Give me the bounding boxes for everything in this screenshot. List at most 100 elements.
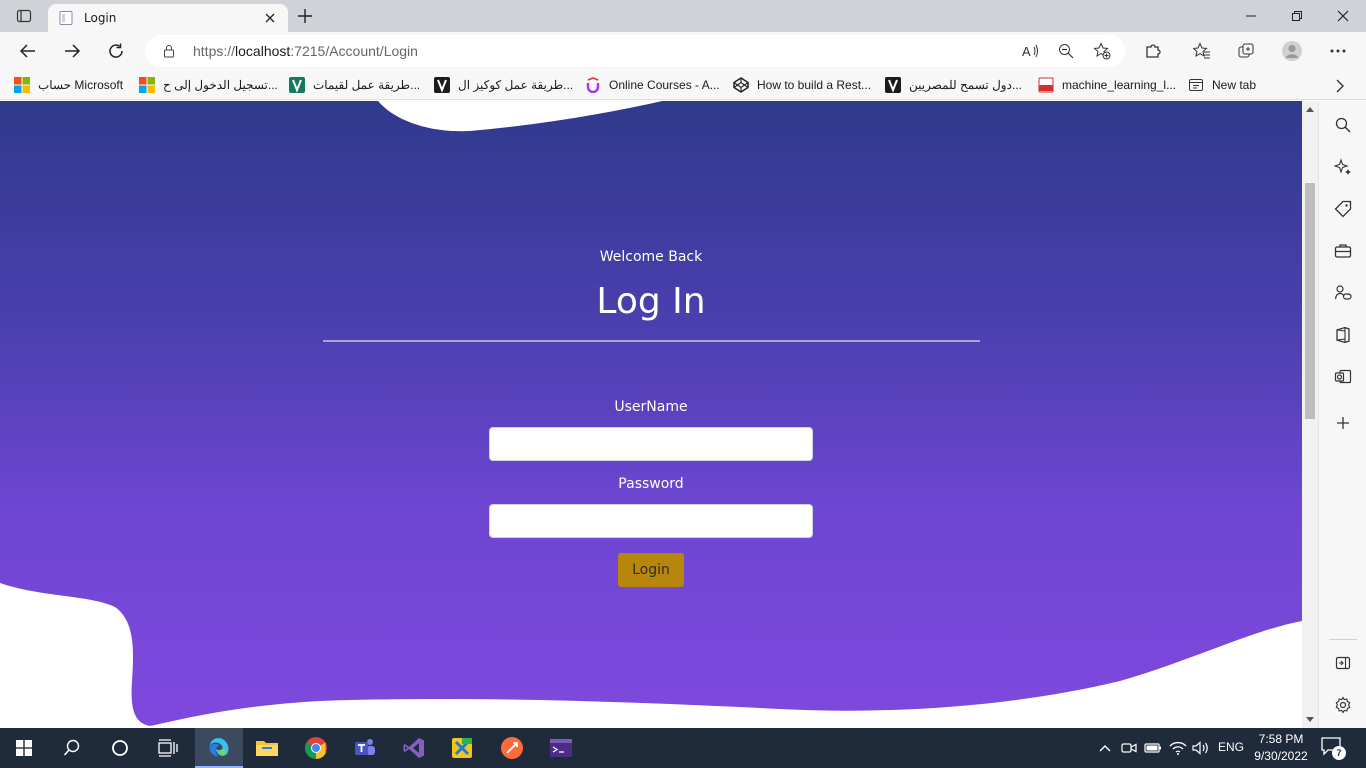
scroll-down-arrow-icon[interactable] xyxy=(1302,712,1318,728)
sidebar-hide-icon[interactable] xyxy=(1331,651,1355,675)
volume-icon[interactable] xyxy=(1191,738,1211,758)
url-text[interactable]: https://localhost:7215/Account/Login xyxy=(193,43,418,59)
sidebar-discover-icon[interactable] xyxy=(1331,155,1355,179)
terminal-icon xyxy=(550,739,572,757)
chrome-icon xyxy=(305,737,327,759)
url-path: :7215/Account/Login xyxy=(290,43,418,59)
postman-taskbar-button[interactable] xyxy=(488,728,536,768)
postman-icon xyxy=(501,737,523,759)
chrome-taskbar-button[interactable] xyxy=(292,728,340,768)
restore-button[interactable] xyxy=(1274,0,1320,32)
read-aloud-icon[interactable]: A xyxy=(1020,41,1042,61)
favorite-label: دول تسمح للمصريين... xyxy=(909,78,1022,92)
tab-actions-button[interactable] xyxy=(8,4,40,28)
back-button[interactable] xyxy=(13,36,43,66)
sidebar-office-icon[interactable] xyxy=(1331,323,1355,347)
windows-logo-icon xyxy=(16,740,32,756)
search-button[interactable] xyxy=(48,728,96,768)
favorite-item[interactable]: تسجيل الدخول إلى ح... xyxy=(139,76,278,94)
puzzle-icon xyxy=(1146,44,1161,58)
refresh-button[interactable] xyxy=(101,36,131,66)
favorite-item[interactable]: machine_learning_l... xyxy=(1038,76,1176,94)
favorite-label: طريقة عمل لقيمات... xyxy=(313,78,421,92)
app-taskbar-button[interactable] xyxy=(438,728,486,768)
settings-more-button[interactable] xyxy=(1323,36,1353,66)
sidebar-add-icon[interactable] xyxy=(1331,411,1355,435)
action-center-button[interactable]: 7 xyxy=(1320,736,1350,760)
extensions-button[interactable] xyxy=(1138,36,1168,66)
favorite-item[interactable]: New tab xyxy=(1188,76,1256,94)
profile-button[interactable] xyxy=(1277,36,1307,66)
new-tab-icon xyxy=(1189,79,1203,91)
file-explorer-taskbar-button[interactable] xyxy=(243,728,291,768)
title-bar: Login xyxy=(0,0,1366,32)
visual-studio-taskbar-button[interactable] xyxy=(390,728,438,768)
lock-icon[interactable] xyxy=(163,44,175,58)
visual-studio-icon xyxy=(403,738,424,758)
tab-title: Login xyxy=(84,11,117,25)
favorites-button[interactable] xyxy=(1187,36,1217,66)
tab-close-icon[interactable] xyxy=(262,10,278,26)
zoom-out-icon[interactable] xyxy=(1055,41,1077,61)
favorite-item[interactable]: طريقة عمل لقيمات... xyxy=(289,76,420,94)
cortana-circle-icon xyxy=(112,740,128,756)
close-window-button[interactable] xyxy=(1320,0,1366,32)
favorite-item[interactable]: How to build a Rest... xyxy=(733,76,871,94)
task-view-icon xyxy=(158,739,178,757)
navigation-toolbar: https://localhost:7215/Account/Login A xyxy=(0,32,1366,70)
battery-icon[interactable] xyxy=(1143,738,1163,758)
scroll-thumb[interactable] xyxy=(1305,183,1315,419)
sidebar-settings-gear-icon[interactable] xyxy=(1331,693,1355,717)
folder-icon xyxy=(256,741,278,756)
microsoft-icon xyxy=(139,77,155,93)
page-viewport: Welcome Back Log In UserName Password Lo… xyxy=(0,101,1302,728)
sidebar-games-icon[interactable] xyxy=(1331,281,1355,305)
collections-button[interactable] xyxy=(1231,36,1261,66)
clock-date: 9/30/2022 xyxy=(1254,749,1308,763)
terminal-taskbar-button[interactable] xyxy=(537,728,585,768)
more-favorites-button[interactable] xyxy=(1334,77,1346,95)
url-host: localhost xyxy=(235,43,291,59)
page-title: Log In xyxy=(596,281,706,322)
input-language-indicator[interactable]: ENG xyxy=(1218,740,1244,754)
favorites-bar: حساب Microsoft تسجيل الدخول إلى ح... طري… xyxy=(0,70,1366,100)
new-tab-button[interactable] xyxy=(292,4,318,28)
tab-actions-icon xyxy=(16,9,32,23)
favorite-item[interactable]: دول تسمح للمصريين... xyxy=(885,76,1022,94)
teams-taskbar-button[interactable] xyxy=(341,728,389,768)
favorite-item[interactable]: Online Courses - A... xyxy=(585,76,720,94)
plus-icon xyxy=(298,9,312,23)
more-horizontal-icon xyxy=(1330,49,1346,53)
favorite-item[interactable]: حساب Microsoft xyxy=(14,76,123,94)
cortana-button[interactable] xyxy=(96,728,144,768)
login-button[interactable]: Login xyxy=(618,553,684,587)
meet-now-icon[interactable] xyxy=(1119,738,1139,758)
forward-button[interactable] xyxy=(57,36,87,66)
url-scheme: https:// xyxy=(193,43,236,59)
sidebar-tools-briefcase-icon[interactable] xyxy=(1331,239,1355,263)
browser-tab[interactable]: Login xyxy=(48,4,288,32)
favorite-label: طريقة عمل كوكيز ال... xyxy=(458,78,574,92)
start-button[interactable] xyxy=(0,728,48,768)
task-view-button[interactable] xyxy=(144,728,192,768)
taskbar-clock[interactable]: 7:58 PM 9/30/2022 xyxy=(1248,731,1314,765)
sidebar-search-icon[interactable] xyxy=(1331,113,1355,137)
minimize-icon xyxy=(1246,15,1256,17)
address-bar[interactable]: https://localhost:7215/Account/Login A xyxy=(145,35,1125,67)
page-scrollbar[interactable] xyxy=(1302,101,1318,728)
password-input[interactable] xyxy=(489,504,813,538)
favorite-item[interactable]: طريقة عمل كوكيز ال... xyxy=(434,76,573,94)
sidebar-shopping-tag-icon[interactable] xyxy=(1331,197,1355,221)
close-icon xyxy=(1337,10,1349,22)
sidebar-outlook-icon[interactable] xyxy=(1331,365,1355,389)
search-icon xyxy=(63,739,80,756)
restore-icon xyxy=(1292,11,1302,21)
edge-taskbar-button[interactable] xyxy=(195,728,243,768)
scroll-up-arrow-icon[interactable] xyxy=(1302,101,1318,117)
wifi-icon[interactable] xyxy=(1168,738,1188,758)
username-input[interactable] xyxy=(489,427,813,461)
page-favicon-icon xyxy=(59,11,73,25)
minimize-button[interactable] xyxy=(1228,0,1274,32)
add-favorite-icon[interactable] xyxy=(1091,41,1113,61)
show-hidden-icons-button[interactable] xyxy=(1095,738,1115,758)
